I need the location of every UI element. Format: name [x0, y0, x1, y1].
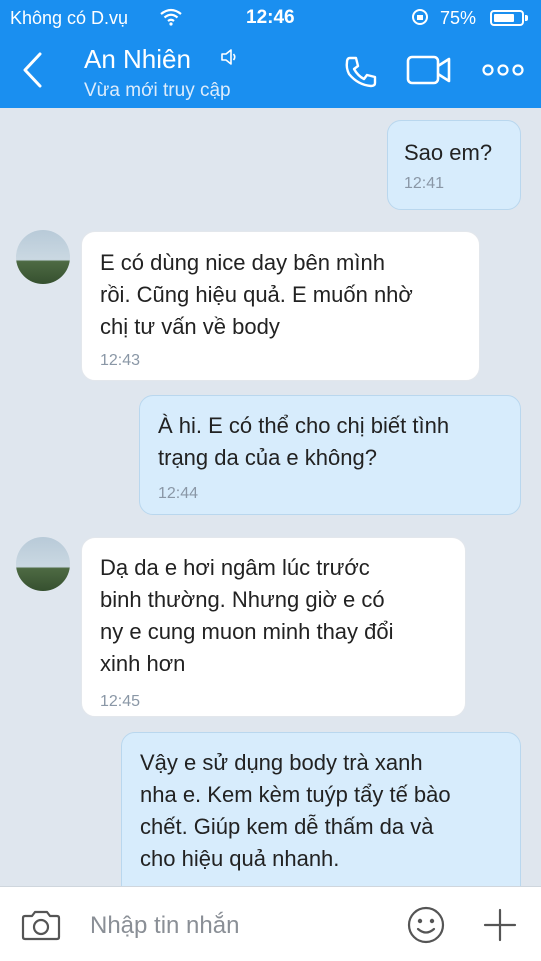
phone-icon[interactable]	[343, 54, 379, 90]
message-text: À hi. E có thể cho chị biết tình trạng d…	[158, 413, 450, 470]
battery-level	[494, 14, 514, 22]
message-time: 12:41	[404, 175, 445, 192]
battery-percent: 75%	[440, 8, 477, 28]
contact-avatar[interactable]	[16, 537, 70, 591]
status-time: 12:46	[246, 7, 295, 28]
message-text: Sao em?	[404, 140, 493, 165]
message-bubble[interactable]: Vậy e sử dụng body trà xanh nha e. Kem k…	[121, 732, 521, 912]
camera-icon[interactable]	[20, 909, 62, 941]
battery-tip	[525, 15, 528, 21]
message-composer: Nhập tin nhắn	[0, 886, 541, 961]
speaker-icon	[221, 49, 236, 65]
message-text: E có dùng nice day bên mình rồi. Cũng hi…	[100, 250, 413, 339]
video-camera-icon[interactable]	[406, 54, 452, 86]
emoji-icon[interactable]	[406, 905, 446, 945]
battery-icon	[490, 10, 524, 26]
message-text: Vậy e sử dụng body trà xanh nha e. Kem k…	[140, 750, 451, 871]
chevron-left-icon[interactable]	[20, 50, 44, 90]
carrier-label: Không có D.vụ	[10, 8, 129, 28]
message-bubble[interactable]: Sao em? 12:41	[387, 120, 521, 210]
contact-status: Vừa mới truy cập	[84, 80, 231, 101]
more-icon[interactable]	[482, 62, 524, 78]
message-input[interactable]: Nhập tin nhắn	[90, 912, 239, 940]
message-text: Dạ da e hơi ngâm lúc trước binh thường. …	[100, 555, 394, 676]
chat-header: Không có D.vụ 12:46 75% An Nhiên Vừa mới…	[0, 0, 541, 108]
message-time: 12:43	[100, 352, 141, 369]
message-time: 12:44	[158, 485, 199, 502]
message-bubble[interactable]: À hi. E có thể cho chị biết tình trạng d…	[139, 395, 521, 515]
message-bubble[interactable]: E có dùng nice day bên mình rồi. Cũng hi…	[81, 231, 480, 381]
plus-icon[interactable]	[482, 907, 518, 943]
status-bar: Không có D.vụ 12:46 75%	[0, 0, 541, 36]
contact-avatar[interactable]	[16, 230, 70, 284]
orientation-lock-icon	[412, 9, 428, 25]
contact-name[interactable]: An Nhiên	[84, 44, 191, 75]
message-time: 12:45	[100, 693, 141, 710]
wifi-icon	[160, 8, 182, 26]
message-bubble[interactable]: Dạ da e hơi ngâm lúc trước binh thường. …	[81, 537, 466, 717]
